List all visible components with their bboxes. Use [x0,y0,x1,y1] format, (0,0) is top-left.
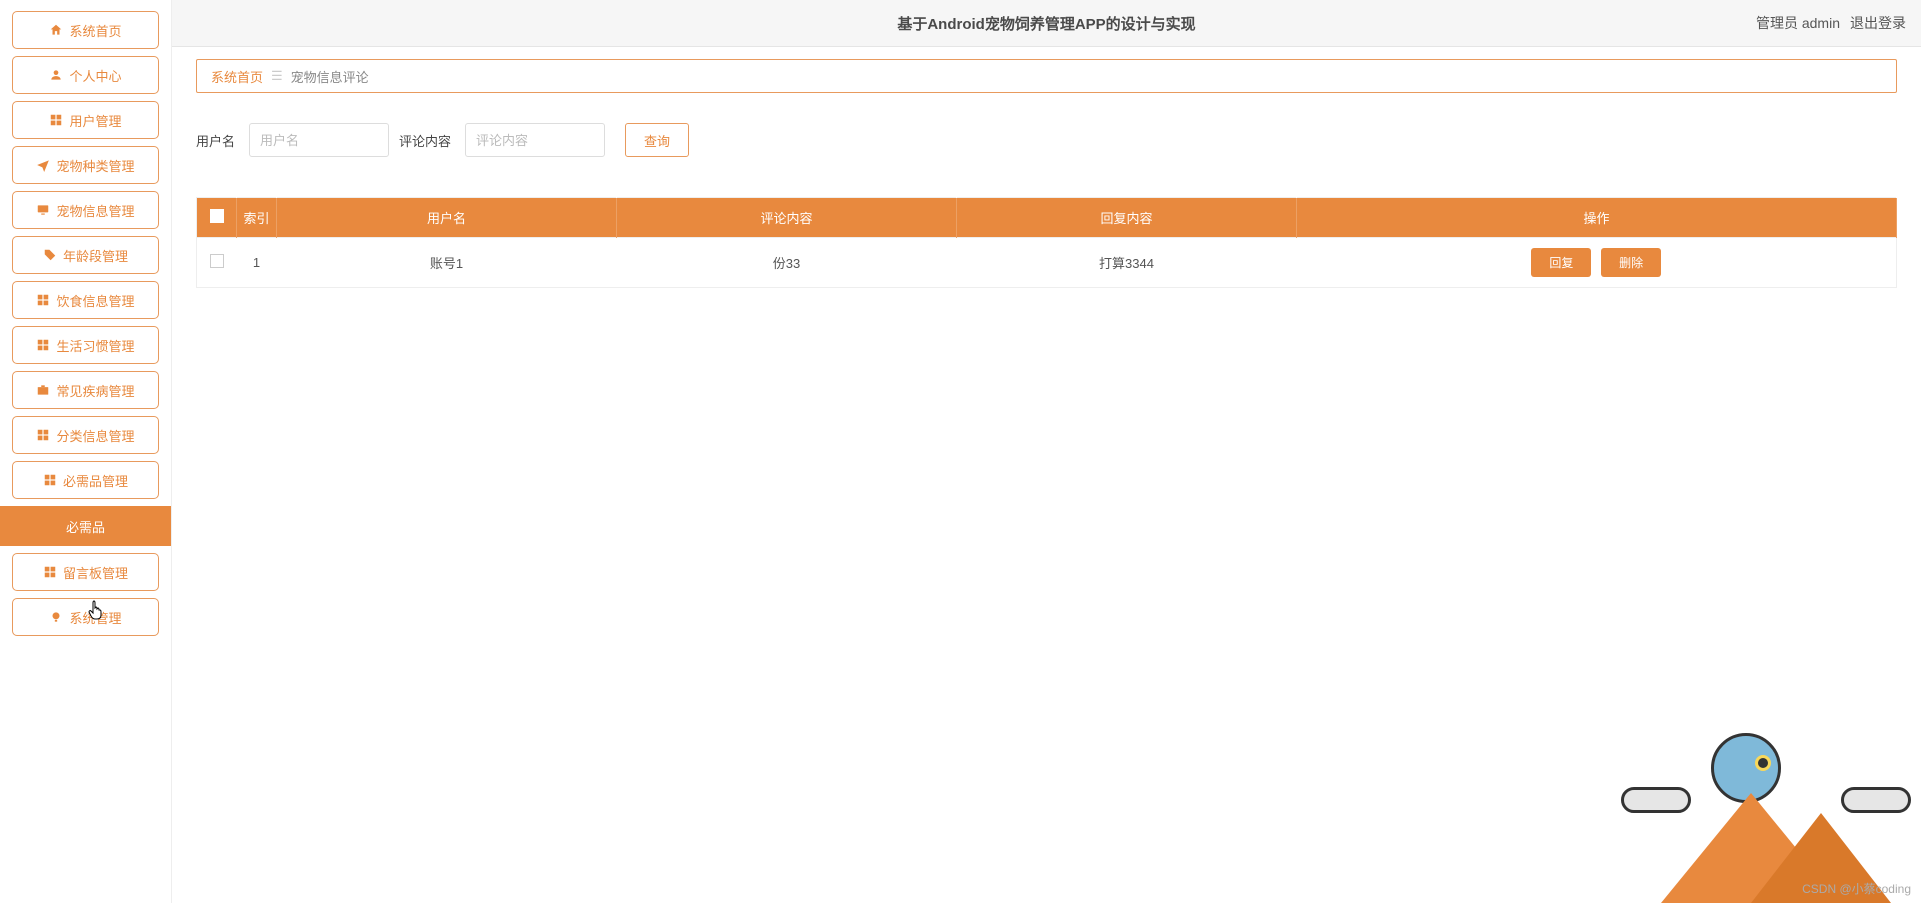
breadcrumb-home[interactable]: 系统首页 [211,67,263,86]
row-comment: 份33 [617,238,957,288]
sidebar-item-home[interactable]: 系统首页 [12,11,159,49]
sidebar-item-pet-info[interactable]: 宠物信息管理 [12,191,159,229]
sidebar-item-necessity[interactable]: 必需品管理 [12,461,159,499]
sidebar-item-label: 宠物种类管理 [56,156,134,175]
content-label: 评论内容 [399,131,451,150]
table-header-op: 操作 [1297,198,1897,238]
reply-button[interactable]: 回复 [1531,248,1591,277]
sidebar-item-label: 常见疾病管理 [56,381,134,400]
grid-icon [36,338,50,352]
sidebar-item-label: 饮食信息管理 [56,291,134,310]
grid-icon [36,293,50,307]
table-header-index: 索引 [237,198,277,238]
grid-icon [49,113,63,127]
sidebar-item-users[interactable]: 用户管理 [12,101,159,139]
sidebar-item-diet[interactable]: 饮食信息管理 [12,281,159,319]
delete-button[interactable]: 删除 [1601,248,1661,277]
watermark: CSDN @小蔡coding [1802,880,1911,897]
main-content: 系统首页 ☰ 宠物信息评论 用户名 评论内容 查询 索引 用户名 评论内容 回复… [172,47,1921,903]
search-button[interactable]: 查询 [625,123,689,157]
table-row: 1 账号1 份33 打算3344 回复 删除 [197,238,1897,288]
table-header-reply: 回复内容 [957,198,1297,238]
grid-icon [43,565,57,579]
row-index: 1 [237,238,277,288]
sidebar-item-disease[interactable]: 常见疾病管理 [12,371,159,409]
sidebar: 系统首页 个人中心 用户管理 宠物种类管理 宠物信息管理 年龄段管理 饮食信息管… [0,0,172,903]
sidebar-item-label: 必需品 [66,517,105,536]
table-header-checkbox[interactable] [197,198,237,238]
page-title: 基于Android宠物饲养管理APP的设计与实现 [897,13,1195,34]
sidebar-item-category-info[interactable]: 分类信息管理 [12,416,159,454]
table-header-username: 用户名 [277,198,617,238]
row-checkbox[interactable] [197,238,237,288]
sidebar-item-label: 年龄段管理 [63,246,128,265]
breadcrumb-separator-icon: ☰ [271,68,283,84]
breadcrumb-current: 宠物信息评论 [291,67,369,86]
header: 基于Android宠物饲养管理APP的设计与实现 管理员 admin 退出登录 [172,0,1921,47]
header-user[interactable]: 管理员 admin [1756,13,1840,33]
monitor-icon [36,203,50,217]
tag-icon [43,248,57,262]
sidebar-item-age[interactable]: 年龄段管理 [12,236,159,274]
filter-bar: 用户名 评论内容 查询 [196,123,1897,157]
home-icon [49,23,63,37]
breadcrumb: 系统首页 ☰ 宠物信息评论 [196,59,1897,93]
content-input[interactable] [465,123,605,157]
plane-icon [36,158,50,172]
briefcase-icon [36,383,50,397]
sidebar-item-label: 生活习惯管理 [56,336,134,355]
table-header-comment: 评论内容 [617,198,957,238]
grid-icon [43,473,57,487]
sidebar-item-system[interactable]: 系统管理 [12,598,159,636]
sidebar-item-messageboard[interactable]: 留言板管理 [12,553,159,591]
sidebar-item-label: 宠物信息管理 [56,201,134,220]
sidebar-item-pet-category[interactable]: 宠物种类管理 [12,146,159,184]
sidebar-item-habit[interactable]: 生活习惯管理 [12,326,159,364]
sidebar-item-label: 个人中心 [69,66,121,85]
sidebar-item-profile[interactable]: 个人中心 [12,56,159,94]
sidebar-item-label: 用户管理 [69,111,121,130]
person-icon [49,68,63,82]
username-input[interactable] [249,123,389,157]
sidebar-item-label: 留言板管理 [63,563,128,582]
sidebar-item-label: 系统首页 [69,21,121,40]
grid-icon [36,428,50,442]
data-table: 索引 用户名 评论内容 回复内容 操作 1 账号1 份33 打算3344 回复 … [196,197,1897,288]
bulb-icon [49,610,63,624]
sidebar-item-label: 分类信息管理 [56,426,134,445]
sidebar-item-label: 必需品管理 [63,471,128,490]
username-label: 用户名 [196,131,235,150]
row-reply: 打算3344 [957,238,1297,288]
row-ops: 回复 删除 [1297,238,1897,288]
row-username: 账号1 [277,238,617,288]
sidebar-subitem-necessity-active[interactable]: 必需品 [0,506,171,546]
logout-link[interactable]: 退出登录 [1850,13,1906,33]
sidebar-item-label: 系统管理 [69,608,121,627]
